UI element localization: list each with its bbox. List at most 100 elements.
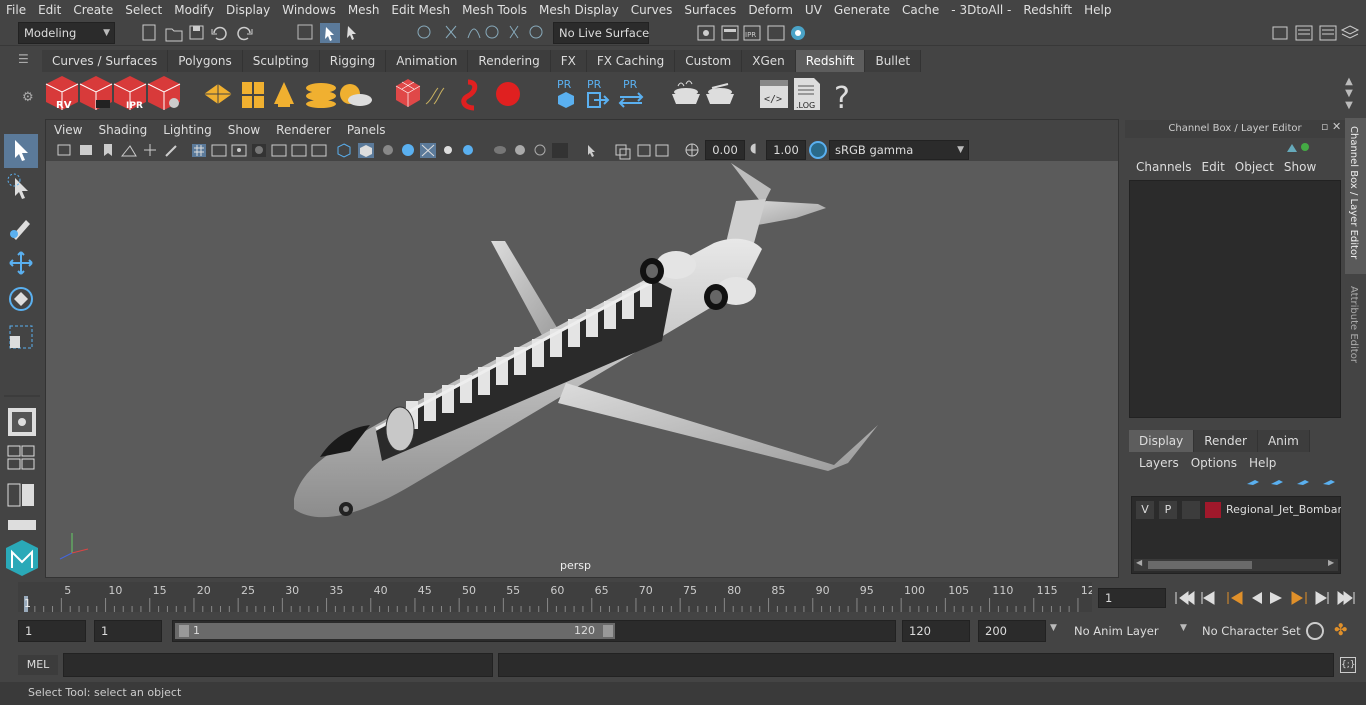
- shelf-scroll-arrows[interactable]: ▲ ▼ ▼: [1342, 76, 1356, 112]
- viewport-menu-shading[interactable]: Shading: [90, 123, 155, 137]
- viewport-canvas[interactable]: persp: [46, 161, 1118, 577]
- menu-generate[interactable]: Generate: [828, 0, 896, 20]
- layer-visibility-toggle[interactable]: V: [1136, 501, 1154, 519]
- layer-tab-render[interactable]: Render: [1194, 430, 1258, 452]
- layer-hscrollbar[interactable]: ◀ ▶: [1134, 558, 1338, 571]
- menu-cache[interactable]: Cache: [896, 0, 945, 20]
- auto-key-icon[interactable]: [1306, 622, 1324, 640]
- color-management-toggle-icon[interactable]: [809, 141, 827, 159]
- layer-menu-help[interactable]: Help: [1249, 456, 1282, 470]
- live-surface-field[interactable]: No Live Surface: [553, 22, 649, 44]
- menu-display[interactable]: Display: [220, 0, 276, 20]
- color-space-dropdown[interactable]: sRGB gamma ▼: [829, 140, 969, 160]
- shelf-tab-custom[interactable]: Custom: [675, 50, 743, 72]
- menu-uv[interactable]: UV: [799, 0, 828, 20]
- layer-action-icons[interactable]: [1243, 474, 1339, 494]
- playback-end-field[interactable]: 120: [902, 620, 970, 642]
- shelf-tab-fx-caching[interactable]: FX Caching: [586, 50, 676, 72]
- channel-menu-show[interactable]: Show: [1279, 160, 1321, 174]
- menu-surfaces[interactable]: Surfaces: [678, 0, 742, 20]
- anim-layer-dropdown-arrow[interactable]: ▼: [1050, 623, 1057, 633]
- layer-menu-layers[interactable]: Layers: [1139, 456, 1185, 470]
- menu-redshift[interactable]: Redshift: [1017, 0, 1078, 20]
- animation-start-field[interactable]: 1: [18, 620, 86, 642]
- layer-row[interactable]: V P Regional_Jet_Bombard: [1136, 501, 1341, 519]
- channel-list[interactable]: [1129, 180, 1341, 418]
- menu-edit[interactable]: Edit: [32, 0, 67, 20]
- channel-menu-edit[interactable]: Edit: [1197, 160, 1230, 174]
- shelf-tab-bullet[interactable]: Bullet: [865, 50, 922, 72]
- mode-selector[interactable]: Modeling ▼: [18, 22, 115, 44]
- layer-type-toggle[interactable]: [1182, 501, 1200, 519]
- selection-snap-icons[interactable]: [296, 22, 546, 44]
- shelf-tab-rigging[interactable]: Rigging: [319, 50, 387, 72]
- range-slider-handle[interactable]: 1 120: [175, 623, 615, 639]
- shelf-tab-sculpting[interactable]: Sculpting: [242, 50, 320, 72]
- channel-menu-object[interactable]: Object: [1230, 160, 1279, 174]
- tab-attribute-editor[interactable]: Attribute Editor: [1345, 280, 1366, 376]
- viewport-menu-show[interactable]: Show: [220, 123, 268, 137]
- shelf-tab-polygons[interactable]: Polygons: [168, 50, 243, 72]
- shelf-tab-rendering[interactable]: Rendering: [468, 50, 551, 72]
- shelf-settings-gear-icon[interactable]: ⚙: [22, 90, 34, 105]
- layer-playback-toggle[interactable]: P: [1159, 501, 1177, 519]
- mel-input[interactable]: [63, 653, 493, 677]
- animation-end-field[interactable]: 200: [978, 620, 1046, 642]
- perspective-viewport[interactable]: View Shading Lighting Show Renderer Panels 0.…: [45, 119, 1119, 578]
- menu-deform[interactable]: Deform: [742, 0, 799, 20]
- viewport-menu-lighting[interactable]: Lighting: [155, 123, 220, 137]
- playback-start-field[interactable]: 1: [94, 620, 162, 642]
- viewport-menu-panels[interactable]: Panels: [339, 123, 394, 137]
- menu-mesh[interactable]: Mesh: [342, 0, 386, 20]
- file-icons[interactable]: [140, 23, 260, 43]
- menu-curves[interactable]: Curves: [625, 0, 679, 20]
- range-slider[interactable]: 1 120: [172, 620, 896, 642]
- char-set-dropdown-arrow[interactable]: ▼: [1180, 623, 1187, 633]
- regional-jet-model[interactable]: [46, 161, 1118, 577]
- layer-tab-anim[interactable]: Anim: [1257, 430, 1310, 452]
- exposure-field[interactable]: 0.00: [705, 140, 745, 160]
- menu-windows[interactable]: Windows: [276, 0, 342, 20]
- shelf-tab-curves-surfaces[interactable]: Curves / Surfaces: [42, 50, 169, 72]
- render-icons[interactable]: IPR: [696, 22, 816, 44]
- viewport-menu-view[interactable]: View: [46, 123, 90, 137]
- move-tool-icon: [9, 251, 33, 275]
- menu-3dtoall[interactable]: - 3DtoAll -: [945, 0, 1017, 20]
- menu-mesh-display[interactable]: Mesh Display: [533, 0, 625, 20]
- tool-icons[interactable]: [0, 116, 44, 586]
- workspace-icons[interactable]: [1270, 22, 1366, 44]
- panel-float-close-icons[interactable]: ▫ ✕: [1321, 120, 1341, 133]
- gamma-field[interactable]: 1.00: [766, 140, 806, 160]
- current-frame-field[interactable]: 1: [1098, 588, 1166, 608]
- layer-tab-display[interactable]: Display: [1129, 430, 1195, 452]
- menu-help[interactable]: Help: [1078, 0, 1117, 20]
- timeline-track[interactable]: 5 10 15 20 25 30 35 40 45 50 55 60 65 70 75 80 85 90 95 100…: [18, 582, 1092, 612]
- tab-channel-box[interactable]: Channel Box / Layer Editor: [1345, 118, 1366, 274]
- viewport-menu-renderer[interactable]: Renderer: [268, 123, 339, 137]
- menu-select[interactable]: Select: [119, 0, 168, 20]
- anim-layer-dropdown[interactable]: No Anim Layer: [1068, 620, 1188, 642]
- menu-edit-mesh[interactable]: Edit Mesh: [385, 0, 456, 20]
- menu-modify[interactable]: Modify: [168, 0, 220, 20]
- time-slider[interactable]: 5 10 15 20 25 30 35 40 45 50 55 60 65 70 75 80 85 90 95 100…: [0, 580, 1366, 616]
- animation-prefs-icon[interactable]: ✤: [1334, 620, 1347, 639]
- shelf-menu-icon[interactable]: ☰: [18, 52, 29, 66]
- menu-create[interactable]: Create: [67, 0, 119, 20]
- shelf-tab-redshift[interactable]: Redshift: [795, 50, 866, 72]
- gamma-icon[interactable]: ◖: [750, 141, 757, 156]
- script-editor-icon[interactable]: {;}: [1340, 657, 1356, 673]
- channel-menu-channels[interactable]: Channels: [1131, 160, 1197, 174]
- playback-controls[interactable]: [1172, 588, 1362, 608]
- shelf-tab-xgen[interactable]: XGen: [742, 50, 796, 72]
- mel-language-toggle[interactable]: MEL: [18, 655, 58, 675]
- viewport-toolbar-icons[interactable]: [56, 140, 716, 161]
- menu-file[interactable]: File: [0, 0, 32, 20]
- menu-mesh-tools[interactable]: Mesh Tools: [456, 0, 533, 20]
- shelf-tab-animation[interactable]: Animation: [386, 50, 469, 72]
- layer-menu-options[interactable]: Options: [1191, 456, 1243, 470]
- character-set-dropdown[interactable]: No Character Set: [1196, 620, 1301, 642]
- shelf-icons[interactable]: RV IPR PR PR PR </> .LOG ?: [42, 72, 862, 116]
- shelf-tab-fx[interactable]: FX: [550, 50, 587, 72]
- layer-color-swatch[interactable]: [1205, 502, 1221, 518]
- channel-box-option-icons[interactable]: [1285, 140, 1315, 154]
